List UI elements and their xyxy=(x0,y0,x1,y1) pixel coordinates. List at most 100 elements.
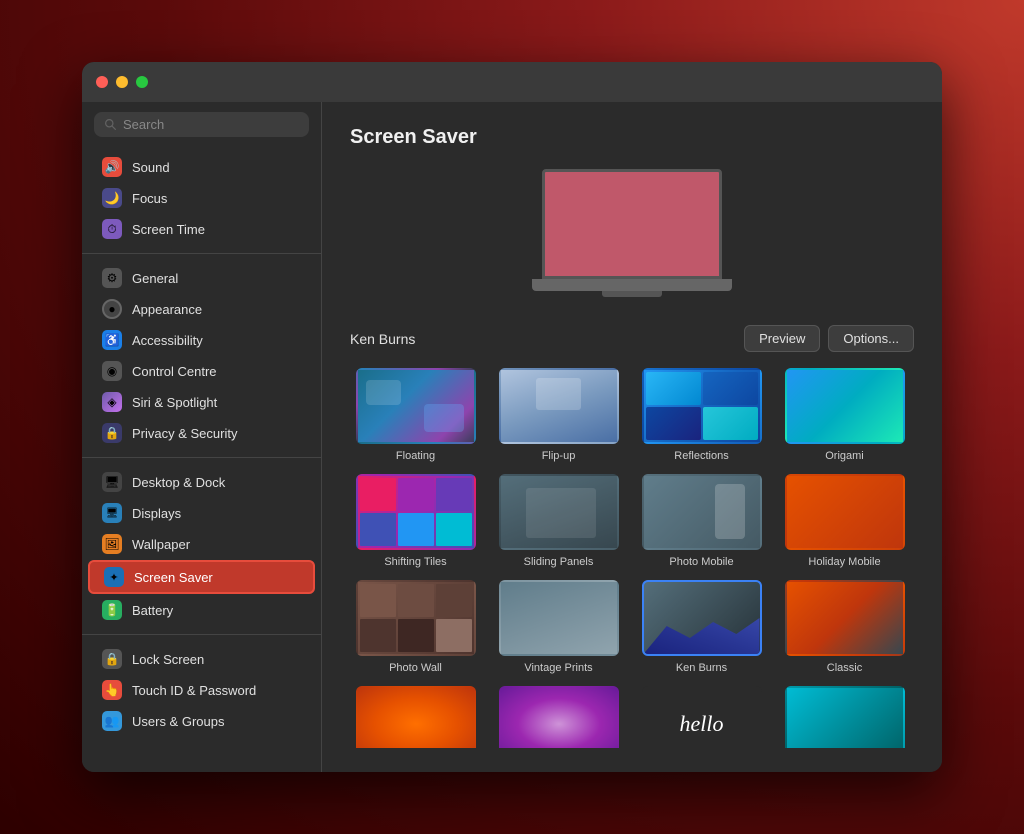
sidebar-item-sound[interactable]: 🔊 Sound xyxy=(88,152,315,182)
grid-item-row4-3[interactable]: hello xyxy=(636,686,767,748)
minimize-button[interactable] xyxy=(116,76,128,88)
sidebar-label-desktop: Desktop & Dock xyxy=(132,475,225,490)
sidebar-label-sound: Sound xyxy=(132,160,170,175)
grid-item-sliding[interactable]: Sliding Panels xyxy=(493,474,624,568)
grid-label-floating: Floating xyxy=(396,450,435,462)
grid-thumb-classic xyxy=(785,580,905,656)
appearance-icon: ● xyxy=(102,299,122,319)
sidebar-label-appearance: Appearance xyxy=(132,302,202,317)
sidebar-item-privacy[interactable]: 🔒 Privacy & Security xyxy=(88,418,315,448)
sidebar-label-accessibility: Accessibility xyxy=(132,333,203,348)
users-icon: 👥 xyxy=(102,711,122,731)
sidebar-label-wallpaper: Wallpaper xyxy=(132,537,190,552)
grid-item-row4-1[interactable] xyxy=(350,686,481,748)
grid-thumb-row4-3: hello xyxy=(642,686,762,748)
general-icon: ⚙ xyxy=(102,268,122,288)
laptop-stand xyxy=(602,291,662,297)
sidebar-item-lockscreen[interactable]: 🔒 Lock Screen xyxy=(88,644,315,674)
grid-thumb-row4-2 xyxy=(499,686,619,748)
touchid-icon: 👆 xyxy=(102,680,122,700)
sidebar-label-lockscreen: Lock Screen xyxy=(132,652,204,667)
lockscreen-icon: 🔒 xyxy=(102,649,122,669)
search-bar[interactable]: Search xyxy=(94,112,309,137)
grid-thumb-sliding xyxy=(499,474,619,550)
grid-thumb-photomobile xyxy=(642,474,762,550)
sidebar-item-general[interactable]: ⚙ General xyxy=(88,263,315,293)
sidebar-item-focus[interactable]: 🌙 Focus xyxy=(88,183,315,213)
grid-thumb-flipup xyxy=(499,368,619,444)
search-icon xyxy=(104,118,117,131)
sidebar-label-screensaver: Screen Saver xyxy=(134,570,213,585)
grid-thumb-vintage xyxy=(499,580,619,656)
grid-label-shifting: Shifting Tiles xyxy=(384,556,446,568)
grid-item-floating[interactable]: Floating xyxy=(350,368,481,462)
sidebar-label-battery: Battery xyxy=(132,603,173,618)
sidebar-item-screensaver[interactable]: ✦ Screen Saver xyxy=(88,560,315,594)
grid-item-shifting[interactable]: Shifting Tiles xyxy=(350,474,481,568)
close-button[interactable] xyxy=(96,76,108,88)
laptop-base xyxy=(532,279,732,291)
sidebar-item-screentime[interactable]: ⏱ Screen Time xyxy=(88,214,315,244)
options-button[interactable]: Options... xyxy=(828,325,914,352)
wallpaper-icon: 🖼 xyxy=(102,534,122,554)
hello-text: hello xyxy=(680,711,724,737)
sidebar-item-users[interactable]: 👥 Users & Groups xyxy=(88,706,315,736)
grid-item-flipup[interactable]: Flip-up xyxy=(493,368,624,462)
preview-button[interactable]: Preview xyxy=(744,325,820,352)
grid-label-flipup: Flip-up xyxy=(542,450,576,462)
sidebar-section-top: 🔊 Sound 🌙 Focus ⏱ Screen Time xyxy=(82,147,321,249)
sidebar-item-touchid[interactable]: 👆 Touch ID & Password xyxy=(88,675,315,705)
grid-label-sliding: Sliding Panels xyxy=(524,556,594,568)
main-window: Search 🔊 Sound 🌙 Focus ⏱ Screen Time xyxy=(82,62,942,772)
grid-item-reflections[interactable]: Reflections xyxy=(636,368,767,462)
grid-item-holidaymobile[interactable]: Holiday Mobile xyxy=(779,474,910,568)
sidebar-item-accessibility[interactable]: ♿ Accessibility xyxy=(88,325,315,355)
grid-thumb-shifting xyxy=(356,474,476,550)
siri-icon: ◈ xyxy=(102,392,122,412)
desktop-icon: 🖥 xyxy=(102,472,122,492)
sidebar-section-bot: 🖥 Desktop & Dock 🖥 Displays 🖼 Wallpaper … xyxy=(82,462,321,630)
divider-3 xyxy=(82,634,321,635)
grid-item-classic[interactable]: Classic xyxy=(779,580,910,674)
divider-1 xyxy=(82,253,321,254)
grid-thumb-photowall xyxy=(356,580,476,656)
divider-2 xyxy=(82,457,321,458)
sidebar-label-focus: Focus xyxy=(132,191,167,206)
grid-item-photomobile[interactable]: Photo Mobile xyxy=(636,474,767,568)
sidebar-item-displays[interactable]: 🖥 Displays xyxy=(88,498,315,528)
focus-icon: 🌙 xyxy=(102,188,122,208)
sidebar-item-siri[interactable]: ◈ Siri & Spotlight xyxy=(88,387,315,417)
grid-item-photowall[interactable]: Photo Wall xyxy=(350,580,481,674)
sidebar-item-battery[interactable]: 🔋 Battery xyxy=(88,595,315,625)
sidebar-section-last: 🔒 Lock Screen 👆 Touch ID & Password 👥 Us… xyxy=(82,639,321,741)
grid-label-photomobile: Photo Mobile xyxy=(669,556,733,568)
content-area: Search 🔊 Sound 🌙 Focus ⏱ Screen Time xyxy=(82,102,942,772)
grid-thumb-row4-4 xyxy=(785,686,905,748)
accessibility-icon: ♿ xyxy=(102,330,122,350)
grid-item-vintage[interactable]: Vintage Prints xyxy=(493,580,624,674)
main-content-area: Screen Saver Ken Burns Preview Options..… xyxy=(322,102,942,772)
screensaver-grid: Floating Flip-up Reflections xyxy=(350,368,914,748)
grid-item-row4-4[interactable] xyxy=(779,686,910,748)
screentime-icon: ⏱ xyxy=(102,219,122,239)
sidebar-label-users: Users & Groups xyxy=(132,714,224,729)
maximize-button[interactable] xyxy=(136,76,148,88)
sidebar-item-desktop[interactable]: 🖥 Desktop & Dock xyxy=(88,467,315,497)
sound-icon: 🔊 xyxy=(102,157,122,177)
grid-label-origami: Origami xyxy=(825,450,864,462)
sidebar-item-appearance[interactable]: ● Appearance xyxy=(88,294,315,324)
search-placeholder: Search xyxy=(123,117,164,132)
sidebar-label-general: General xyxy=(132,271,178,286)
grid-item-row4-2[interactable] xyxy=(493,686,624,748)
sidebar-label-control: Control Centre xyxy=(132,364,217,379)
preview-area xyxy=(350,169,914,309)
sidebar-item-wallpaper[interactable]: 🖼 Wallpaper xyxy=(88,529,315,559)
grid-item-kenburns[interactable]: Ken Burns xyxy=(636,580,767,674)
sidebar-label-displays: Displays xyxy=(132,506,181,521)
privacy-icon: 🔒 xyxy=(102,423,122,443)
grid-item-origami[interactable]: Origami xyxy=(779,368,910,462)
selected-screensaver-name: Ken Burns xyxy=(350,331,736,347)
grid-label-vintage: Vintage Prints xyxy=(524,662,592,674)
laptop-preview xyxy=(522,169,742,309)
sidebar-item-control[interactable]: ◉ Control Centre xyxy=(88,356,315,386)
